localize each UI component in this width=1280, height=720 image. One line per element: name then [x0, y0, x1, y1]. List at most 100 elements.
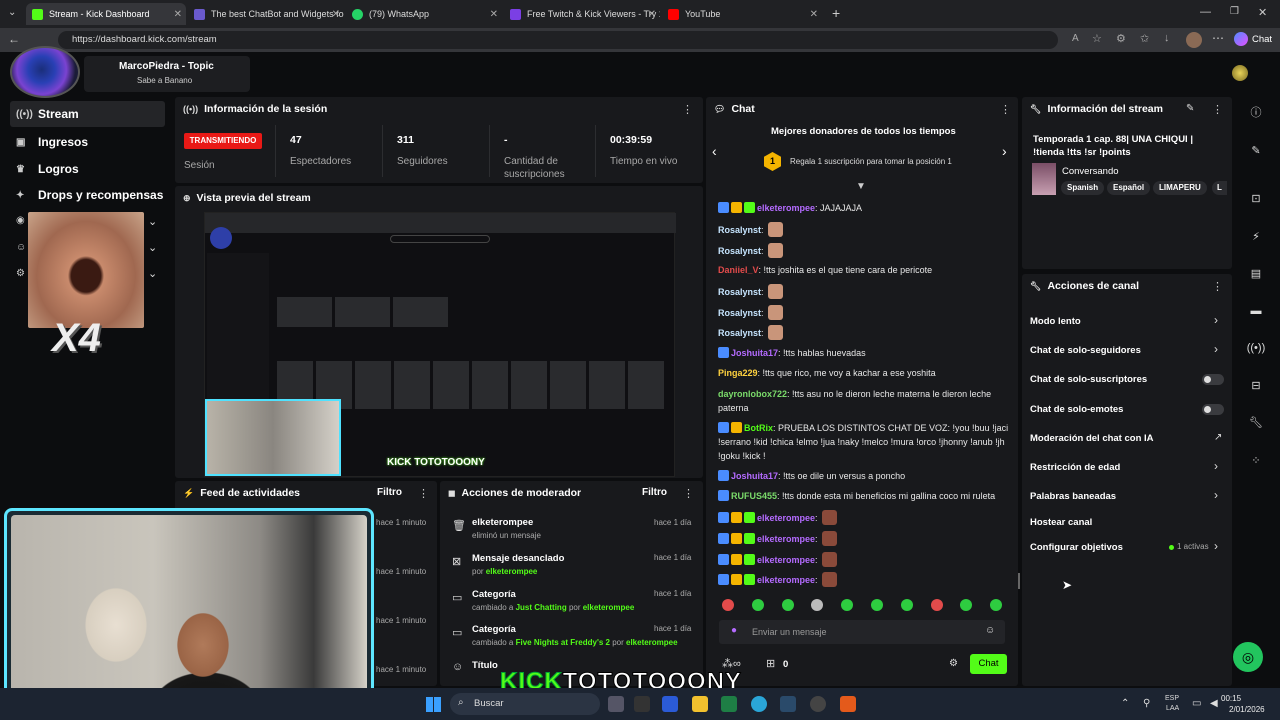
close-icon[interactable]: ✕ — [174, 9, 182, 20]
apps-icon[interactable]: ⁘ — [1246, 451, 1266, 471]
bolt-icon[interactable]: ⚡︎ — [1246, 227, 1266, 247]
shield-icon[interactable]: ⊟ — [1246, 376, 1266, 396]
excel-icon[interactable] — [721, 696, 737, 712]
gift-icon[interactable]: ⊞ — [766, 657, 775, 670]
more-options-icon[interactable]: ⋮ — [1212, 280, 1223, 293]
quick-emote-icon[interactable] — [900, 599, 913, 611]
task-view-icon[interactable] — [608, 696, 624, 712]
chevron-down-icon[interactable]: ⌄ — [148, 241, 157, 254]
chat-username[interactable]: Pinga229 — [718, 368, 758, 378]
info-icon[interactable]: ⓘ — [1246, 103, 1266, 123]
close-icon[interactable]: ✕ — [490, 9, 498, 20]
chevron-down-icon[interactable]: ⌄ — [148, 215, 157, 228]
lang-bottom[interactable]: LAA — [1166, 705, 1179, 712]
document-icon[interactable]: ▤ — [1246, 264, 1266, 284]
back-icon[interactable]: ← — [8, 32, 20, 46]
pencil-icon[interactable]: ✎ — [1246, 141, 1266, 161]
close-icon[interactable]: ✕ — [810, 9, 818, 20]
pin-bar-icon[interactable]: ▼ — [856, 181, 866, 192]
chat-username[interactable]: RUFUS455 — [731, 491, 777, 501]
mod-item-category[interactable]: Just Chatting — [516, 603, 567, 612]
obs-icon[interactable] — [810, 696, 826, 712]
chat-scrollbar[interactable] — [1018, 573, 1020, 589]
chevron-right-icon[interactable]: › — [1214, 488, 1218, 502]
subscribers-only-toggle[interactable] — [1202, 374, 1224, 385]
settings-icon[interactable]: ⚙ — [16, 268, 25, 279]
tab-list-icon[interactable]: ⌄ — [8, 7, 16, 18]
wrench-icon[interactable]: 🔧︎ — [1246, 413, 1266, 433]
maximize-icon[interactable]: ❐ — [1230, 6, 1239, 17]
copilot-chat-label[interactable]: Chat — [1252, 34, 1272, 45]
chat-username[interactable]: dayronlobox722 — [718, 389, 787, 399]
feed-filter-button[interactable]: Filtro — [377, 487, 402, 498]
tag-chip[interactable]: L — [1212, 181, 1227, 195]
chat-input[interactable]: ● Enviar un mensaje ☺ — [719, 620, 1005, 644]
chat-username[interactable]: elketerompee — [757, 513, 815, 523]
tab-chatbot[interactable]: The best ChatBot and Widgets for ✕ — [188, 3, 344, 25]
sidebar-item-ingresos[interactable]: ▣ Ingresos — [16, 135, 88, 149]
minimize-icon[interactable]: — — [1200, 6, 1211, 18]
sidebar-item-stream[interactable]: ((•)) Stream — [16, 107, 79, 121]
sidebar-item-logros[interactable]: ♛ Logros — [16, 162, 79, 176]
new-tab-icon[interactable]: + — [832, 5, 840, 21]
profile-avatar[interactable] — [1186, 32, 1202, 48]
chat-username[interactable]: Joshuita17 — [731, 471, 778, 481]
chat-username[interactable]: Rosalynst — [718, 246, 761, 256]
user-avatar[interactable] — [1232, 65, 1248, 81]
category-name[interactable]: Conversando — [1062, 166, 1119, 177]
emotes-only-toggle[interactable] — [1202, 404, 1224, 415]
windows-start-icon[interactable] — [426, 697, 441, 712]
slow-mode-item[interactable]: Modo lento — [1030, 316, 1081, 327]
edit-icon[interactable]: ✎ — [1186, 103, 1194, 114]
chat-username[interactable]: Rosalynst — [718, 328, 761, 338]
chevron-left-icon[interactable]: ‹ — [712, 143, 717, 159]
close-icon[interactable]: ✕ — [648, 9, 656, 20]
ai-moderation-item[interactable]: Moderación del chat con IA — [1030, 433, 1154, 444]
app-icon[interactable] — [840, 696, 856, 712]
more-options-icon[interactable]: ⋮ — [682, 103, 693, 116]
host-channel-item[interactable]: Hostear canal — [1030, 517, 1092, 528]
tag-chip[interactable]: Español — [1107, 181, 1151, 195]
broadcast-icon[interactable]: ((•)) — [1246, 338, 1266, 358]
community-icon[interactable]: ◉ — [16, 215, 25, 226]
quick-emote-icon[interactable] — [871, 599, 883, 611]
chat-username[interactable]: Rosalynst — [718, 308, 761, 318]
app-icon[interactable] — [634, 696, 650, 712]
clock-time[interactable]: 00:15 — [1221, 694, 1241, 703]
emoji-icon[interactable]: ☺ — [985, 625, 995, 636]
chevron-right-icon[interactable]: › — [1214, 459, 1218, 473]
chat-username[interactable]: elketerompee — [757, 575, 815, 585]
url-field[interactable]: https://dashboard.kick.com/stream — [58, 31, 1058, 49]
favorite-star-icon[interactable]: ☆ — [1092, 32, 1102, 45]
chat-username[interactable]: elketerompee — [757, 203, 815, 213]
favorites-icon[interactable]: ✩ — [1140, 32, 1149, 45]
quick-emote-icon[interactable] — [722, 599, 734, 611]
tag-chip[interactable]: LIMAPERU — [1153, 181, 1207, 195]
network-icon[interactable]: ▭ — [1192, 698, 1201, 709]
tab-viewers[interactable]: Free Twitch & Kick Viewers - Try 1 ✕ — [504, 3, 660, 25]
goals-item[interactable]: Configurar objetivos — [1030, 542, 1123, 553]
chat-username[interactable]: Joshuita17 — [731, 348, 778, 358]
close-icon[interactable]: ✕ — [332, 9, 340, 20]
extensions-icon[interactable]: ⚙ — [1116, 32, 1126, 45]
age-restriction-item[interactable]: Restricción de edad — [1030, 462, 1120, 473]
mic-tray-icon[interactable]: ⚲ — [1143, 698, 1150, 709]
chat-username[interactable]: BotRix — [744, 423, 773, 433]
more-options-icon[interactable]: ⋮ — [418, 487, 429, 500]
chat-username[interactable]: elketerompee — [757, 555, 815, 565]
chevron-right-icon[interactable]: › — [1214, 313, 1218, 327]
steam-icon[interactable] — [780, 696, 796, 712]
mod-item-category[interactable]: Five Nights at Freddy's 2 — [516, 638, 610, 647]
mod-item-user[interactable]: elketerompee — [486, 567, 538, 576]
more-options-icon[interactable]: ⋮ — [683, 487, 694, 500]
chat-username[interactable]: Rosalynst — [718, 225, 761, 235]
quick-emote-icon[interactable] — [781, 599, 794, 611]
more-options-icon[interactable]: ⋮ — [1212, 103, 1223, 116]
quick-emote-icon[interactable] — [751, 599, 764, 611]
close-window-icon[interactable]: ✕ — [1258, 6, 1267, 19]
mic-icon[interactable]: ● — [731, 625, 737, 636]
external-link-icon[interactable]: ↗ — [1214, 432, 1222, 443]
mod-item-user[interactable]: elketerompee — [626, 638, 678, 647]
help-button[interactable]: ◎ — [1233, 642, 1263, 672]
mod-filter-button[interactable]: Filtro — [642, 487, 667, 498]
